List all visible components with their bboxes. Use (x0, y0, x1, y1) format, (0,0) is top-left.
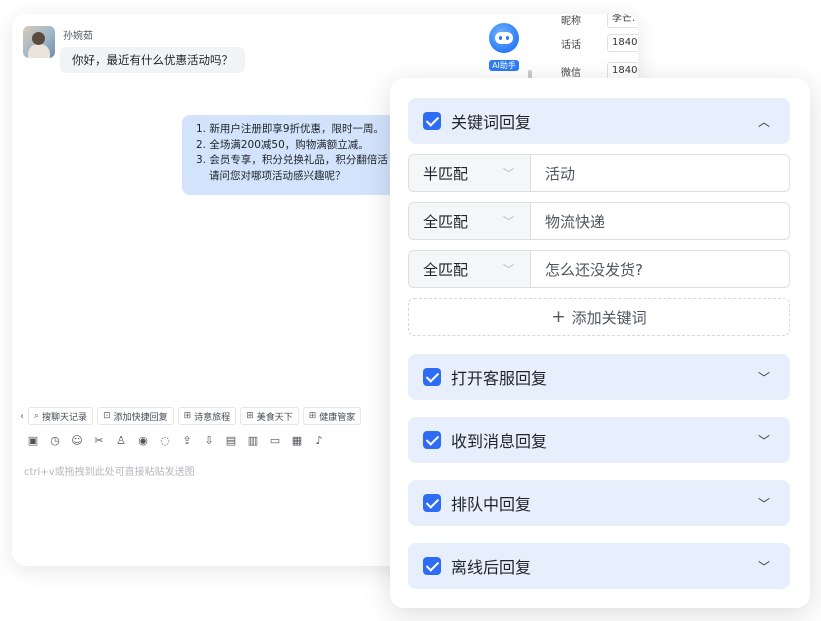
grid-icon: ⊞ (183, 411, 192, 421)
avatar[interactable] (23, 26, 55, 58)
incoming-message: 你好，最近有什么优惠活动吗？ (60, 47, 245, 73)
match-type-select[interactable]: 半匹配 ﹀ (409, 155, 531, 191)
section-checkbox[interactable] (423, 112, 441, 130)
document-icon[interactable]: ▥ (246, 434, 260, 447)
bookmark-icon[interactable]: ▦ (290, 434, 304, 447)
keyword-input[interactable]: 活动 (531, 155, 575, 191)
clock-icon[interactable]: ◷ (48, 434, 62, 447)
match-type-select[interactable]: 全匹配 ﹀ (409, 251, 531, 287)
info-label: 微信 (561, 67, 581, 79)
chevron-up-icon[interactable]: ︿ (758, 113, 770, 130)
download-icon[interactable]: ⇩ (202, 434, 216, 447)
quick-action-food[interactable]: ⊞ 美食天下 (240, 407, 299, 425)
search-icon: ⌕ (34, 411, 40, 421)
chevron-down-icon[interactable]: ﹀ (758, 558, 770, 575)
ai-assistant-label: AI助手 (489, 60, 519, 71)
add-keyword-label: 添加关键词 (571, 308, 647, 327)
section-checkbox[interactable] (423, 431, 441, 449)
quick-action-label: 健康管家 (319, 412, 356, 423)
grid-icon: ⊞ (308, 411, 317, 421)
info-row-nickname: 昵称 李芒... (561, 14, 638, 28)
section-title: 关键词回复 (451, 113, 532, 132)
search-history-button[interactable]: ⌕ 搜聊天记录 (28, 407, 94, 425)
add-quick-reply-button[interactable]: ⊡ 添加快捷回复 (97, 407, 174, 425)
keyword-input[interactable]: 物流快递 (531, 203, 605, 239)
match-type-label: 半匹配 (423, 164, 469, 183)
info-label: 昵称 (561, 15, 581, 27)
plus-icon: + (551, 307, 566, 327)
quick-action-health[interactable]: ⊞ 健康管家 (302, 407, 362, 425)
chat-bubble-icon[interactable]: ◌ (158, 434, 172, 447)
section-offline-reply[interactable]: 离线后回复 ﹀ (408, 543, 790, 589)
card-icon[interactable]: ▭ (268, 434, 282, 447)
mention-icon[interactable]: ◉ (136, 434, 150, 447)
robot-icon (489, 23, 519, 53)
compose-toolbar: ▣ ◷ ☺ ✂ ♙ ◉ ◌ ⇪ ⇩ ▤ ▥ ▭ ▦ ♪ (26, 434, 326, 447)
match-type-select[interactable]: 全匹配 ﹀ (409, 203, 531, 239)
section-title: 排队中回复 (451, 495, 532, 514)
quick-action-label: 添加快捷回复 (113, 412, 168, 423)
quick-action-label: 诗意旅程 (194, 412, 231, 423)
quick-action-label: 搜聊天记录 (42, 412, 88, 423)
info-value[interactable]: 李芒... (607, 14, 638, 28)
sender-name: 孙婉茹 (63, 31, 93, 42)
chevron-left-icon[interactable]: ‹ (12, 411, 24, 422)
section-checkbox[interactable] (423, 494, 441, 512)
scissors-icon[interactable]: ✂ (92, 434, 106, 447)
info-value[interactable]: 184052 (607, 34, 638, 52)
chevron-down-icon: ﹀ (503, 215, 514, 228)
quick-action-bar: ‹ ⌕ 搜聊天记录 ⊡ 添加快捷回复 ⊞ 诗意旅程 ⊞ 美食天下 ⊞ 健康管家 (12, 407, 392, 425)
grid-icon: ⊞ (246, 411, 254, 421)
section-queue-reply[interactable]: 排队中回复 ﹀ (408, 480, 790, 526)
quick-reply-icon: ⊡ (103, 411, 111, 421)
match-type-label: 全匹配 (423, 212, 469, 231)
section-title: 打开客服回复 (451, 369, 548, 388)
section-keyword-reply[interactable]: 关键词回复 ︿ (408, 98, 790, 144)
chevron-down-icon[interactable]: ﹀ (758, 369, 770, 386)
chevron-down-icon: ﹀ (503, 167, 514, 180)
compose-input[interactable]: ctrl+v或拖拽到此处可直接粘贴发送图 (24, 463, 195, 478)
add-keyword-button[interactable]: + 添加关键词 (408, 298, 790, 336)
ai-assistant-button[interactable]: AI助手 (486, 23, 522, 72)
chevron-down-icon[interactable]: ﹀ (758, 495, 770, 512)
quick-action-poetic-journey[interactable]: ⊞ 诗意旅程 (177, 407, 237, 425)
info-label: 话话 (561, 39, 581, 51)
emoji-icon[interactable]: ☺ (70, 434, 84, 447)
match-type-label: 全匹配 (423, 260, 469, 279)
section-title: 离线后回复 (451, 558, 532, 577)
chevron-down-icon[interactable]: ﹀ (758, 432, 770, 449)
auto-reply-panel: 关键词回复 ︿ 半匹配 ﹀ 活动 全匹配 ﹀ 物流快递 全匹配 ﹀ 怎么还没发货… (390, 78, 810, 608)
keyword-row: 半匹配 ﹀ 活动 (408, 154, 790, 192)
keyword-row: 全匹配 ﹀ 物流快递 (408, 202, 790, 240)
keyword-input[interactable]: 怎么还没发货? (531, 251, 643, 287)
section-checkbox[interactable] (423, 368, 441, 386)
microphone-icon[interactable]: ♪ (312, 434, 326, 447)
file-icon[interactable]: ▤ (224, 434, 238, 447)
section-title: 收到消息回复 (451, 432, 548, 451)
chevron-down-icon: ﹀ (503, 263, 514, 276)
keyword-row: 全匹配 ﹀ 怎么还没发货? (408, 250, 790, 288)
image-icon[interactable]: ▣ (26, 434, 40, 447)
section-checkbox[interactable] (423, 557, 441, 575)
stamp-icon[interactable]: ♙ (114, 434, 128, 447)
upload-icon[interactable]: ⇪ (180, 434, 194, 447)
section-open-service-reply[interactable]: 打开客服回复 ﹀ (408, 354, 790, 400)
info-row-phone: 话话 184052 (561, 34, 638, 52)
section-message-received-reply[interactable]: 收到消息回复 ﹀ (408, 417, 790, 463)
quick-action-label: 美食天下 (256, 412, 293, 423)
